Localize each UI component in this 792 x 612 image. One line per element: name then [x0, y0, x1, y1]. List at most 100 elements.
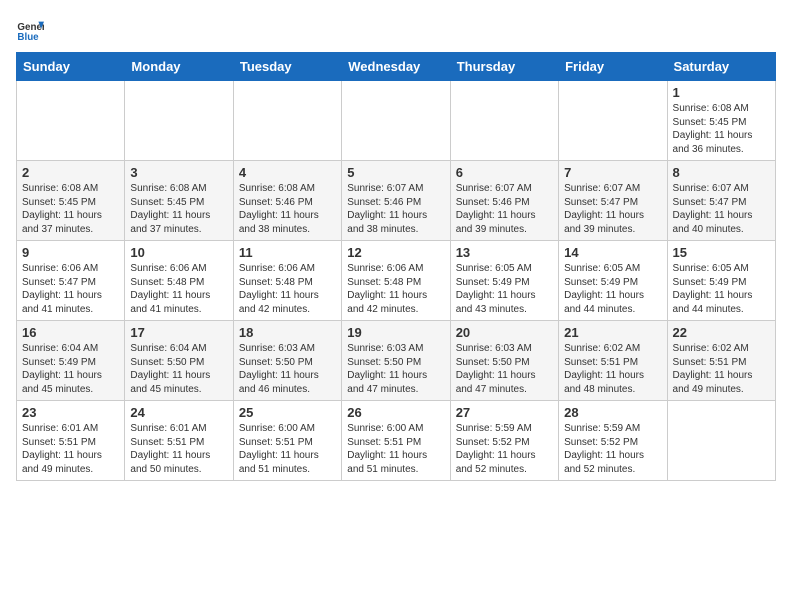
- day-number: 22: [673, 325, 770, 340]
- cell-content: Sunrise: 6:03 AM Sunset: 5:50 PM Dayligh…: [347, 342, 444, 396]
- cell-content: Sunrise: 6:04 AM Sunset: 5:49 PM Dayligh…: [22, 342, 119, 396]
- cell-content: Sunrise: 6:08 AM Sunset: 5:45 PM Dayligh…: [130, 182, 227, 236]
- calendar-cell: 5Sunrise: 6:07 AM Sunset: 5:46 PM Daylig…: [342, 161, 450, 241]
- calendar-cell: 18 Sunrise: 6:03 AM Sunset: 5:50 PM Dayli…: [233, 321, 341, 401]
- calendar-cell: 17 Sunrise: 6:04 AM Sunset: 5:50 PM Dayli…: [125, 321, 233, 401]
- cell-content: Sunrise: 6:06 AM Sunset: 5:48 PM Dayligh…: [347, 262, 444, 316]
- calendar-cell: 24Sunrise: 6:01 AM Sunset: 5:51 PM Dayli…: [125, 401, 233, 481]
- calendar-cell: 15Sunrise: 6:05 AM Sunset: 5:49 PM Dayli…: [667, 241, 775, 321]
- cell-content: Sunrise: 6:07 AM Sunset: 5:47 PM Dayligh…: [564, 182, 661, 236]
- day-header-friday: Friday: [559, 53, 667, 81]
- calendar-cell: [667, 401, 775, 481]
- day-header-thursday: Thursday: [450, 53, 558, 81]
- calendar-cell: 11 Sunrise: 6:06 AM Sunset: 5:48 PM Dayli…: [233, 241, 341, 321]
- calendar-cell: 9Sunrise: 6:06 AM Sunset: 5:47 PM Daylig…: [17, 241, 125, 321]
- day-number: 13: [456, 245, 553, 260]
- day-number: 10: [130, 245, 227, 260]
- calendar-header-row: SundayMondayTuesdayWednesdayThursdayFrid…: [17, 53, 776, 81]
- svg-text:Blue: Blue: [17, 32, 39, 43]
- cell-content: Sunrise: 6:07 AM Sunset: 5:47 PM Dayligh…: [673, 182, 770, 236]
- day-number: 26: [347, 405, 444, 420]
- day-header-monday: Monday: [125, 53, 233, 81]
- day-number: 23: [22, 405, 119, 420]
- calendar-cell: 25Sunrise: 6:00 AM Sunset: 5:51 PM Dayli…: [233, 401, 341, 481]
- day-number: 28: [564, 405, 661, 420]
- day-number: 14: [564, 245, 661, 260]
- cell-content: Sunrise: 6:03 AM Sunset: 5:50 PM Dayligh…: [456, 342, 553, 396]
- day-number: 24: [130, 405, 227, 420]
- day-number: 2: [22, 165, 119, 180]
- day-number: 12: [347, 245, 444, 260]
- calendar-cell: [342, 81, 450, 161]
- calendar-cell: [17, 81, 125, 161]
- calendar-cell: 14Sunrise: 6:05 AM Sunset: 5:49 PM Dayli…: [559, 241, 667, 321]
- calendar-cell: [559, 81, 667, 161]
- calendar-cell: 4 Sunrise: 6:08 AM Sunset: 5:46 PM Daylig…: [233, 161, 341, 241]
- day-number: 27: [456, 405, 553, 420]
- calendar-cell: 16 Sunrise: 6:04 AM Sunset: 5:49 PM Dayli…: [17, 321, 125, 401]
- logo: General Blue: [16, 16, 48, 44]
- day-number: 18: [239, 325, 336, 340]
- calendar-week-4: 23 Sunrise: 6:01 AM Sunset: 5:51 PM Dayli…: [17, 401, 776, 481]
- cell-content: Sunrise: 6:02 AM Sunset: 5:51 PM Dayligh…: [564, 342, 661, 396]
- cell-content: Sunrise: 6:04 AM Sunset: 5:50 PM Dayligh…: [130, 342, 227, 396]
- cell-content: Sunrise: 6:03 AM Sunset: 5:50 PM Dayligh…: [239, 342, 336, 396]
- day-number: 17: [130, 325, 227, 340]
- calendar-cell: 23 Sunrise: 6:01 AM Sunset: 5:51 PM Dayli…: [17, 401, 125, 481]
- cell-content: Sunrise: 5:59 AM Sunset: 5:52 PM Dayligh…: [456, 422, 553, 476]
- calendar-week-1: 2 Sunrise: 6:08 AM Sunset: 5:45 PM Daylig…: [17, 161, 776, 241]
- day-number: 20: [456, 325, 553, 340]
- calendar-cell: 20 Sunrise: 6:03 AM Sunset: 5:50 PM Dayli…: [450, 321, 558, 401]
- calendar-cell: 7 Sunrise: 6:07 AM Sunset: 5:47 PM Daylig…: [559, 161, 667, 241]
- calendar-week-3: 16 Sunrise: 6:04 AM Sunset: 5:49 PM Dayli…: [17, 321, 776, 401]
- calendar-week-0: 1 Sunrise: 6:08 AM Sunset: 5:45 PM Daylig…: [17, 81, 776, 161]
- day-number: 7: [564, 165, 661, 180]
- calendar-cell: [125, 81, 233, 161]
- day-header-saturday: Saturday: [667, 53, 775, 81]
- cell-content: Sunrise: 6:06 AM Sunset: 5:48 PM Dayligh…: [239, 262, 336, 316]
- calendar-cell: 27 Sunrise: 5:59 AM Sunset: 5:52 PM Dayli…: [450, 401, 558, 481]
- cell-content: Sunrise: 6:00 AM Sunset: 5:51 PM Dayligh…: [347, 422, 444, 476]
- cell-content: Sunrise: 6:07 AM Sunset: 5:46 PM Dayligh…: [347, 182, 444, 236]
- day-number: 9: [22, 245, 119, 260]
- calendar-cell: 2 Sunrise: 6:08 AM Sunset: 5:45 PM Daylig…: [17, 161, 125, 241]
- day-number: 21: [564, 325, 661, 340]
- calendar-cell: 8 Sunrise: 6:07 AM Sunset: 5:47 PM Daylig…: [667, 161, 775, 241]
- cell-content: Sunrise: 6:00 AM Sunset: 5:51 PM Dayligh…: [239, 422, 336, 476]
- calendar-cell: 1 Sunrise: 6:08 AM Sunset: 5:45 PM Daylig…: [667, 81, 775, 161]
- cell-content: Sunrise: 6:07 AM Sunset: 5:46 PM Dayligh…: [456, 182, 553, 236]
- day-number: 4: [239, 165, 336, 180]
- calendar-cell: 6 Sunrise: 6:07 AM Sunset: 5:46 PM Daylig…: [450, 161, 558, 241]
- day-number: 11: [239, 245, 336, 260]
- day-header-wednesday: Wednesday: [342, 53, 450, 81]
- calendar-cell: 12 Sunrise: 6:06 AM Sunset: 5:48 PM Dayli…: [342, 241, 450, 321]
- day-number: 16: [22, 325, 119, 340]
- calendar-cell: 13 Sunrise: 6:05 AM Sunset: 5:49 PM Dayli…: [450, 241, 558, 321]
- cell-content: Sunrise: 6:01 AM Sunset: 5:51 PM Dayligh…: [22, 422, 119, 476]
- day-number: 3: [130, 165, 227, 180]
- cell-content: Sunrise: 6:08 AM Sunset: 5:45 PM Dayligh…: [673, 102, 770, 156]
- day-header-sunday: Sunday: [17, 53, 125, 81]
- cell-content: Sunrise: 6:08 AM Sunset: 5:45 PM Dayligh…: [22, 182, 119, 236]
- day-number: 6: [456, 165, 553, 180]
- day-header-tuesday: Tuesday: [233, 53, 341, 81]
- cell-content: Sunrise: 6:08 AM Sunset: 5:46 PM Dayligh…: [239, 182, 336, 236]
- day-number: 19: [347, 325, 444, 340]
- logo-icon: General Blue: [16, 16, 44, 44]
- calendar-cell: [233, 81, 341, 161]
- calendar-cell: 28 Sunrise: 5:59 AM Sunset: 5:52 PM Dayli…: [559, 401, 667, 481]
- day-number: 8: [673, 165, 770, 180]
- cell-content: Sunrise: 6:05 AM Sunset: 5:49 PM Dayligh…: [456, 262, 553, 316]
- calendar-table: SundayMondayTuesdayWednesdayThursdayFrid…: [16, 52, 776, 481]
- day-number: 15: [673, 245, 770, 260]
- calendar-cell: 26 Sunrise: 6:00 AM Sunset: 5:51 PM Dayli…: [342, 401, 450, 481]
- header: General Blue: [16, 16, 776, 44]
- cell-content: Sunrise: 5:59 AM Sunset: 5:52 PM Dayligh…: [564, 422, 661, 476]
- cell-content: Sunrise: 6:02 AM Sunset: 5:51 PM Dayligh…: [673, 342, 770, 396]
- calendar-cell: 19 Sunrise: 6:03 AM Sunset: 5:50 PM Dayli…: [342, 321, 450, 401]
- calendar-cell: [450, 81, 558, 161]
- day-number: 1: [673, 85, 770, 100]
- calendar-cell: 21 Sunrise: 6:02 AM Sunset: 5:51 PM Dayli…: [559, 321, 667, 401]
- calendar-body: 1 Sunrise: 6:08 AM Sunset: 5:45 PM Daylig…: [17, 81, 776, 481]
- cell-content: Sunrise: 6:06 AM Sunset: 5:48 PM Dayligh…: [130, 262, 227, 316]
